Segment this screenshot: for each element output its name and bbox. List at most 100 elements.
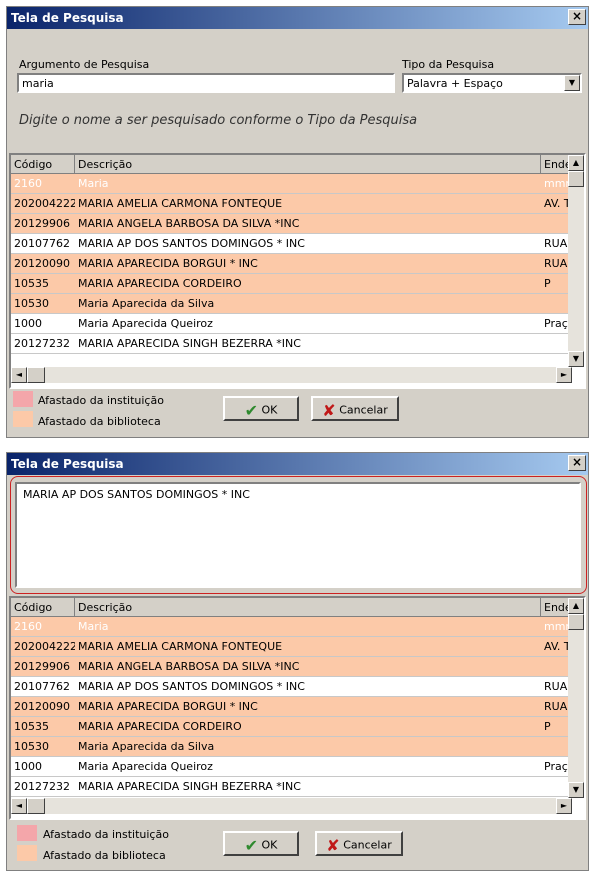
scroll-up-icon[interactable]: ▲ — [568, 155, 584, 171]
results-grid: Código Descrição Ender 2160Mariammmd2020… — [9, 596, 586, 820]
table-row[interactable]: 1000 Maria Aparecida Queiroz Praça — [11, 314, 572, 334]
cell-code: 2160 — [14, 620, 42, 633]
legend-swatch-library — [17, 845, 37, 861]
table-row[interactable]: 20120090 MARIA APARECIDA BORGUI * INC RUA … — [11, 254, 572, 274]
cell-description: Maria Aparecida Queiroz — [78, 317, 213, 330]
legend-label-library: Afastado da biblioteca — [38, 415, 161, 428]
search-type-label: Tipo da Pesquisa — [402, 58, 495, 71]
cancel-button-label: Cancelar — [343, 838, 392, 852]
cell-description: Maria — [78, 620, 109, 633]
cell-description: MARIA APARECIDA CORDEIRO — [78, 720, 242, 733]
legend-label-institution: Afastado da instituição — [43, 828, 169, 841]
table-row[interactable]: 10530 Maria Aparecida da Silva — [11, 294, 572, 314]
scroll-right-icon[interactable]: ► — [556, 367, 572, 383]
cell-code: 1000 — [14, 760, 42, 773]
cell-code: 20107762 — [14, 237, 70, 250]
title-bar: Tela de Pesquisa × — [7, 453, 588, 475]
legend-swatch-institution — [13, 391, 33, 407]
search-type-select[interactable]: Palavra + Espaço ▼ — [402, 73, 582, 93]
cancel-button-label: Cancelar — [339, 403, 388, 417]
table-row[interactable]: 10530 Maria Aparecida da Silva — [11, 737, 572, 757]
grid-header: Código Descrição Ender — [11, 598, 572, 617]
search-input[interactable] — [17, 73, 395, 93]
cell-code: 10530 — [14, 297, 49, 310]
column-header-code[interactable]: Código — [11, 155, 75, 174]
cancel-x-icon: ✘ — [322, 401, 336, 420]
ok-button[interactable]: ✔ OK — [223, 396, 299, 421]
table-row[interactable]: 20129906 MARIA ANGELA BARBOSA DA SILVA *I… — [11, 214, 572, 234]
cancel-button[interactable]: ✘ Cancelar — [315, 831, 403, 856]
search-window-1: Tela de Pesquisa × Argumento de Pesquisa… — [6, 6, 589, 438]
description-memo[interactable]: MARIA AP DOS SANTOS DOMINGOS * INC — [15, 482, 581, 588]
scroll-left-icon[interactable]: ◄ — [11, 367, 27, 383]
cell-description: MARIA ANGELA BARBOSA DA SILVA *INC — [78, 660, 300, 673]
table-row[interactable]: 20127232 MARIA APARECIDA SINGH BEZERRA *I… — [11, 777, 572, 797]
close-button[interactable]: × — [568, 455, 586, 471]
window-title: Tela de Pesquisa — [11, 11, 124, 25]
table-row[interactable]: 20129906 MARIA ANGELA BARBOSA DA SILVA *I… — [11, 657, 572, 677]
vertical-scrollbar[interactable]: ▲ ▼ — [568, 598, 584, 798]
cell-code: 20127232 — [14, 780, 70, 793]
scroll-down-icon[interactable]: ▼ — [568, 782, 584, 798]
cell-description: Maria Aparecida Queiroz — [78, 760, 213, 773]
cancel-button[interactable]: ✘ Cancelar — [311, 396, 399, 421]
vertical-scrollbar[interactable]: ▲ ▼ — [568, 155, 584, 367]
cell-code: 1000 — [14, 317, 42, 330]
cell-description: MARIA ANGELA BARBOSA DA SILVA *INC — [78, 217, 300, 230]
cell-description: MARIA AMELIA CARMONA FONTEQUE — [78, 640, 283, 653]
hscroll-thumb[interactable] — [27, 367, 45, 383]
table-row[interactable]: 2160Mariammmd — [11, 617, 572, 637]
table-row[interactable]: 1000 Maria Aparecida Queiroz Praça — [11, 757, 572, 777]
cell-description: MARIA AMELIA CARMONA FONTEQUE — [78, 197, 283, 210]
table-row[interactable]: 10535 MARIA APARECIDA CORDEIRO P — [11, 274, 572, 294]
grid-header: Código Descrição Ender — [11, 155, 572, 174]
horizontal-scrollbar[interactable]: ◄ ► — [11, 367, 572, 383]
cell-code: 10535 — [14, 277, 49, 290]
cell-code: 20107762 — [14, 680, 70, 693]
table-row[interactable]: 20107762 MARIA AP DOS SANTOS DOMINGOS * I… — [11, 234, 572, 254]
cell-code: 20120090 — [14, 700, 70, 713]
cell-description: MARIA APARECIDA SINGH BEZERRA *INC — [78, 337, 301, 350]
table-row[interactable]: 20120090 MARIA APARECIDA BORGUI * INC RUA … — [11, 697, 572, 717]
scroll-down-icon[interactable]: ▼ — [568, 351, 584, 367]
scroll-right-icon[interactable]: ► — [556, 798, 572, 814]
cell-description: Maria — [78, 177, 109, 190]
scroll-thumb[interactable] — [568, 171, 584, 187]
cell-code: 20129906 — [14, 660, 70, 673]
table-row[interactable]: 2160Mariammmd — [11, 174, 572, 194]
scroll-left-icon[interactable]: ◄ — [11, 798, 27, 814]
checkmark-icon: ✔ — [244, 836, 259, 855]
cell-description: MARIA APARECIDA BORGUI * INC — [78, 257, 258, 270]
hscroll-thumb[interactable] — [27, 798, 45, 814]
cell-description: MARIA APARECIDA BORGUI * INC — [78, 700, 258, 713]
close-button[interactable]: × — [568, 9, 586, 25]
search-type-value: Palavra + Espaço — [407, 77, 503, 90]
ok-button-label: OK — [261, 403, 278, 417]
table-row[interactable]: 10535 MARIA APARECIDA CORDEIRO P — [11, 717, 572, 737]
cell-description: MARIA AP DOS SANTOS DOMINGOS * INC — [78, 680, 305, 693]
cell-description: Maria Aparecida da Silva — [78, 740, 215, 753]
legend-label-library: Afastado da biblioteca — [43, 849, 166, 862]
horizontal-scrollbar[interactable]: ◄ ► — [11, 798, 572, 814]
scroll-up-icon[interactable]: ▲ — [568, 598, 584, 614]
cell-description: MARIA AP DOS SANTOS DOMINGOS * INC — [78, 237, 305, 250]
cell-code: 10530 — [14, 740, 49, 753]
ok-button[interactable]: ✔ OK — [223, 831, 299, 856]
table-row[interactable]: 202004222 MARIA AMELIA CARMONA FONTEQUE AV… — [11, 194, 572, 214]
table-row[interactable]: 20107762 MARIA AP DOS SANTOS DOMINGOS * I… — [11, 677, 572, 697]
legend-swatch-library — [13, 411, 33, 427]
table-row[interactable]: 20127232 MARIA APARECIDA SINGH BEZERRA *I… — [11, 334, 572, 354]
cell-description: Maria Aparecida da Silva — [78, 297, 215, 310]
column-header-description[interactable]: Descrição — [75, 155, 541, 174]
legend-swatch-institution — [17, 825, 37, 841]
cell-description: MARIA APARECIDA SINGH BEZERRA *INC — [78, 780, 301, 793]
dropdown-arrow-icon[interactable]: ▼ — [564, 75, 580, 91]
search-hint: Digite o nome a ser pesquisado conforme … — [19, 113, 418, 128]
window-title: Tela de Pesquisa — [11, 457, 124, 471]
column-header-description[interactable]: Descrição — [75, 598, 541, 617]
table-row[interactable]: 202004222 MARIA AMELIA CARMONA FONTEQUE AV… — [11, 637, 572, 657]
column-header-code[interactable]: Código — [11, 598, 75, 617]
legend-label-institution: Afastado da instituição — [38, 394, 164, 407]
scroll-thumb[interactable] — [568, 614, 584, 630]
cell-code: 10535 — [14, 720, 49, 733]
